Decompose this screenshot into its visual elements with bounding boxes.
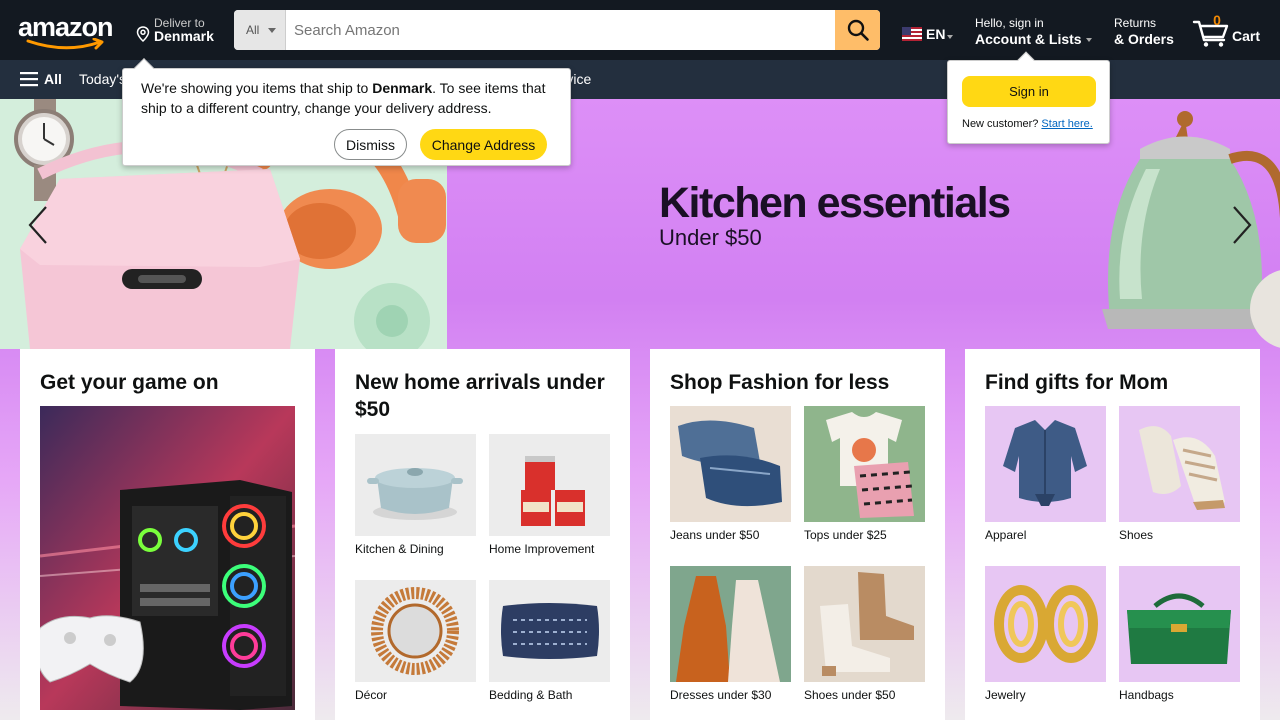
search-category-label: All — [246, 23, 260, 37]
search-button[interactable] — [835, 10, 880, 50]
sign-in-button[interactable]: Sign in — [962, 76, 1096, 107]
deliver-country: Denmark — [154, 28, 214, 44]
search-input[interactable] — [286, 10, 835, 50]
handbag-image — [1119, 566, 1240, 682]
jeans-image — [670, 406, 791, 522]
chevron-down-icon — [268, 28, 276, 33]
tile-bedding-bath[interactable]: Bedding & Bath — [489, 580, 610, 702]
amazon-logo[interactable]: amazon — [18, 12, 118, 52]
tile-caption: Jewelry — [985, 688, 1026, 702]
card-title[interactable]: New home arrivals under $50 — [355, 369, 610, 423]
denim-shirt-image — [985, 406, 1106, 522]
us-flag-icon — [902, 27, 922, 41]
tile-caption: Dresses under $30 — [670, 688, 772, 702]
chevron-down-icon — [947, 35, 954, 39]
tops-image — [804, 406, 925, 522]
dresses-image — [670, 566, 791, 682]
top-navbar: amazon Deliver to Denmark All EN — [0, 0, 1280, 60]
language-code: EN — [926, 26, 946, 42]
chevron-down-icon — [1085, 38, 1092, 43]
card-title[interactable]: Get your game on — [40, 369, 295, 396]
card-fashion: Shop Fashion for less Jeans under $50 To… — [650, 349, 945, 720]
tile-jeans[interactable]: Jeans under $50 — [670, 406, 791, 542]
tile-caption: Tops under $25 — [804, 528, 887, 542]
sign-in-flyout: Sign in New customer? Start here. — [947, 51, 1110, 144]
cart-label: Cart — [1232, 28, 1261, 44]
earrings-image — [985, 566, 1106, 682]
tile-caption: Bedding & Bath — [489, 688, 573, 702]
language-selector[interactable]: EN — [902, 24, 954, 44]
sneakers-image — [1119, 406, 1240, 522]
mirror-image — [355, 580, 476, 682]
boots-image — [804, 566, 925, 682]
tile-decor[interactable]: Décor — [355, 580, 476, 702]
hero-subtitle: Under $50 — [659, 225, 762, 250]
hero-title: Kitchen essentials — [659, 179, 1011, 227]
dismiss-button[interactable]: Dismiss — [334, 129, 407, 160]
tile-tops[interactable]: Tops under $25 — [804, 406, 925, 542]
card-title[interactable]: Find gifts for Mom — [985, 369, 1240, 396]
tile-jewelry[interactable]: Jewelry — [985, 566, 1106, 702]
tile-caption: Shoes under $50 — [804, 688, 896, 702]
gaming-pc-image[interactable] — [40, 406, 295, 710]
hamburger-icon — [20, 72, 38, 87]
returns-label: Returns — [1114, 16, 1157, 30]
tile-kitchen-dining[interactable]: Kitchen & Dining — [355, 434, 476, 556]
tile-caption: Apparel — [985, 528, 1027, 542]
paint-cans-image — [489, 434, 610, 536]
cart-button[interactable]: 0 Cart — [1192, 12, 1264, 48]
popover-message: We're showing you items that ship to Den… — [141, 80, 546, 116]
location-pin-icon — [136, 26, 150, 42]
all-menu-button[interactable]: All — [20, 71, 62, 87]
popover-country: Denmark — [372, 80, 433, 96]
search-bar: All — [234, 10, 880, 50]
tile-caption: Shoes — [1119, 528, 1154, 542]
pillow-image — [489, 580, 610, 682]
smile-arrow-icon — [26, 38, 104, 50]
card-gifts-mom: Find gifts for Mom Apparel Shoes Jewelry… — [965, 349, 1260, 720]
tile-shoes[interactable]: Shoes under $50 — [804, 566, 925, 702]
start-here-link[interactable]: Start here. — [1041, 118, 1092, 130]
search-category-dropdown[interactable]: All — [234, 10, 286, 50]
search-icon — [847, 19, 869, 41]
change-address-button[interactable]: Change Address — [420, 129, 547, 160]
tile-caption: Home Improvement — [489, 542, 595, 556]
tile-caption: Jeans under $50 — [670, 528, 760, 542]
card-home-arrivals: New home arrivals under $50 Kitchen & Di… — [335, 349, 630, 720]
account-lists[interactable]: Hello, sign in Account & Lists — [975, 16, 1092, 47]
tile-caption: Handbags — [1119, 688, 1174, 702]
dutch-oven-image — [355, 434, 476, 536]
card-title[interactable]: Shop Fashion for less — [670, 369, 925, 396]
delivery-location-popover: We're showing you items that ship to Den… — [122, 58, 571, 166]
chevron-left-icon[interactable] — [26, 203, 50, 247]
returns-orders[interactable]: Returns & Orders — [1114, 16, 1174, 47]
orders-label: & Orders — [1114, 31, 1174, 47]
tile-home-improvement[interactable]: Home Improvement — [489, 434, 610, 556]
account-greeting: Hello, sign in — [975, 16, 1044, 30]
cart-count: 0 — [1213, 12, 1221, 28]
tile-caption: Kitchen & Dining — [355, 542, 444, 556]
tile-handbags[interactable]: Handbags — [1119, 566, 1240, 702]
all-menu-label: All — [44, 71, 62, 87]
tile-mom-shoes[interactable]: Shoes — [1119, 406, 1240, 542]
tile-apparel[interactable]: Apparel — [985, 406, 1106, 542]
account-lists-label: Account & Lists — [975, 31, 1092, 47]
card-game: Get your game on — [20, 349, 315, 720]
tile-dresses[interactable]: Dresses under $30 — [670, 566, 791, 702]
new-customer-text: New customer? Start here. — [962, 118, 1093, 130]
chevron-right-icon[interactable] — [1230, 203, 1254, 247]
tile-caption: Décor — [355, 688, 388, 702]
